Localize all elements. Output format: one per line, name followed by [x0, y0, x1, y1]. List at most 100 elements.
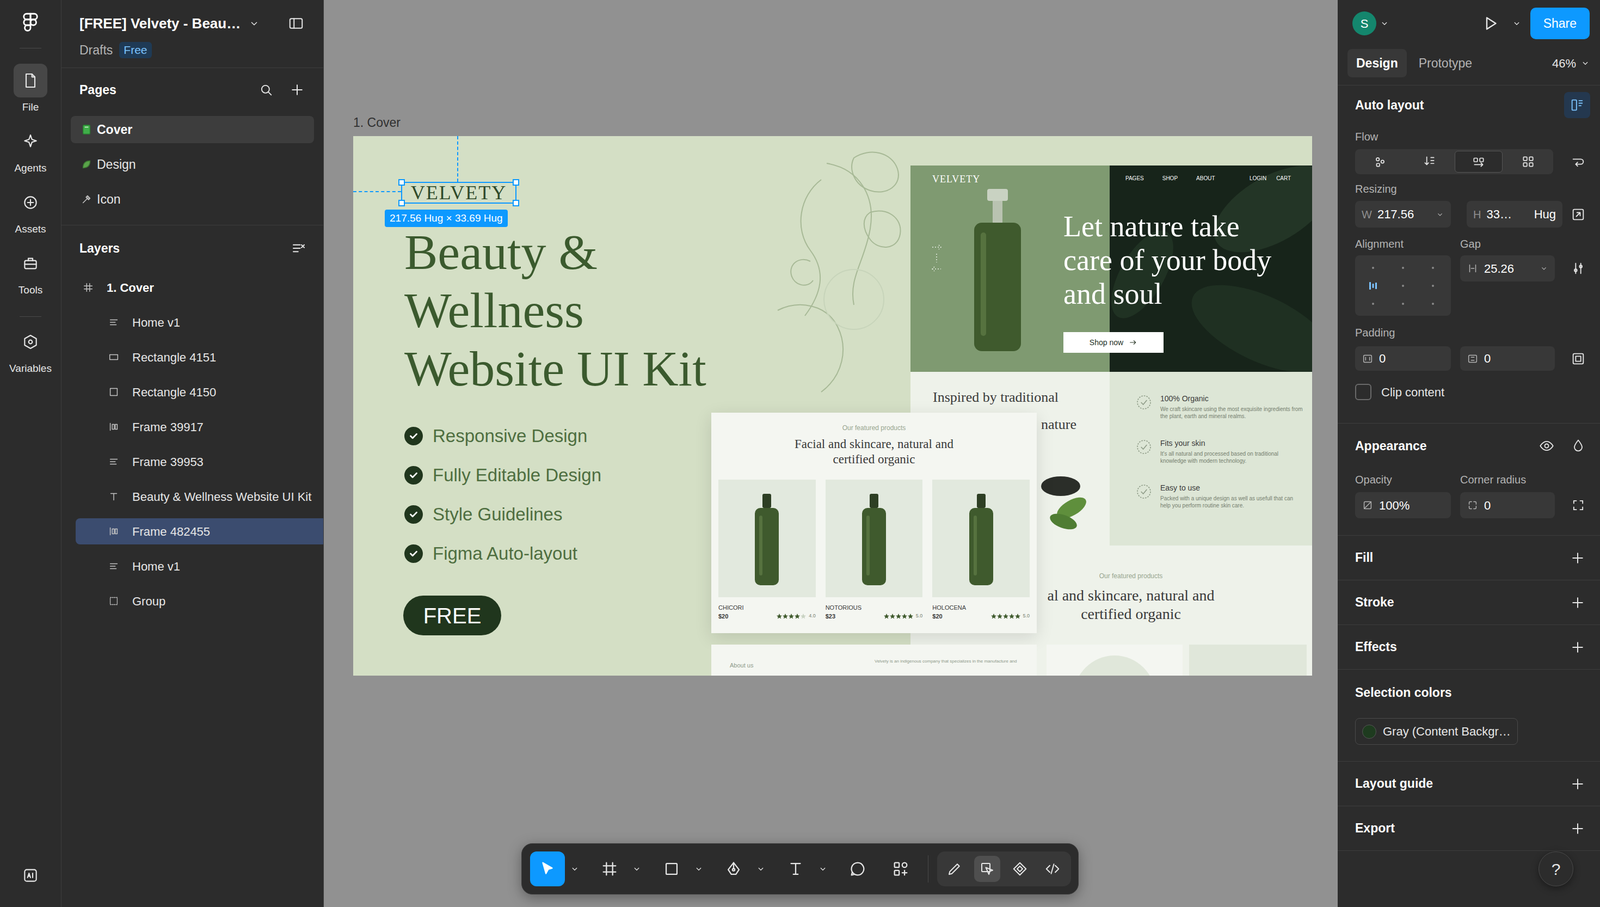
layer-row[interactable]: Group: [75, 587, 324, 614]
nav-link[interactable]: SHOP: [1162, 174, 1178, 183]
layer-filter-icon[interactable]: [290, 240, 307, 257]
free-button[interactable]: FREE: [403, 595, 502, 636]
alignment-cell[interactable]: [1417, 258, 1448, 277]
user-avatar[interactable]: S: [1352, 11, 1377, 36]
chevron-down-icon[interactable]: [1379, 18, 1390, 29]
layer-row[interactable]: Rectangle 4150: [75, 378, 324, 405]
panel-tab[interactable]: Design: [1347, 48, 1407, 78]
sidebar-toggle-icon[interactable]: [287, 15, 305, 32]
chevron-down-icon[interactable]: [1511, 18, 1522, 29]
chevron-down-icon[interactable]: [1539, 263, 1549, 273]
tool-button[interactable]: [592, 851, 627, 886]
property-section[interactable]: Effects: [1337, 624, 1600, 670]
clip-checkbox[interactable]: [1355, 383, 1372, 400]
clip-label[interactable]: Clip content: [1381, 383, 1445, 402]
flow-option[interactable]: [1405, 150, 1454, 173]
share-button[interactable]: Share: [1530, 7, 1590, 40]
plus-icon[interactable]: [288, 81, 306, 98]
rail-button[interactable]: [13, 246, 48, 281]
tool-button[interactable]: [716, 851, 752, 886]
property-section[interactable]: Fill: [1337, 535, 1600, 581]
input-field[interactable]: 0: [1355, 346, 1451, 371]
tool-menu[interactable]: [564, 863, 584, 874]
resize-handle[interactable]: [512, 199, 520, 207]
wrap-icon[interactable]: [1570, 154, 1586, 170]
rail-item[interactable]: Tools: [13, 246, 48, 297]
height-mode[interactable]: Hug: [1534, 205, 1556, 224]
nav-link[interactable]: CART: [1276, 174, 1291, 183]
alignment-cell[interactable]: [1388, 294, 1419, 313]
frame-label[interactable]: 1. Cover: [353, 113, 401, 133]
alignment-cell[interactable]: [1388, 258, 1419, 277]
layer-row[interactable]: Frame 39917: [75, 413, 324, 440]
nav-link[interactable]: ABOUT: [1196, 174, 1215, 183]
tool-button[interactable]: [840, 851, 876, 886]
page-item[interactable]: Design: [70, 150, 315, 178]
plus-icon[interactable]: [1569, 820, 1586, 837]
plus-icon[interactable]: [1569, 638, 1586, 656]
layer-row[interactable]: Frame 482455: [75, 518, 324, 545]
visibility-icon[interactable]: [1539, 438, 1555, 454]
search-icon[interactable]: [258, 82, 274, 98]
cover-frame[interactable]: VELVETY217.56 Hug × 33.69 HugBeauty &Wel…: [353, 136, 1313, 676]
product-card[interactable]: HOLOCENA$205.0: [932, 479, 1030, 620]
height-value[interactable]: 33…: [1486, 205, 1512, 224]
canvas[interactable]: 1. Cover VELVETY217.56 Hug × 33.69 HugBea…: [323, 0, 1338, 907]
independent-corners-icon[interactable]: [1570, 497, 1586, 513]
input-field[interactable]: H33…Hug: [1466, 200, 1563, 228]
radius-value[interactable]: 0: [1484, 496, 1491, 515]
present-icon[interactable]: [1480, 13, 1500, 34]
auto-layout-toggle[interactable]: [1564, 91, 1591, 119]
input-field[interactable]: 0: [1460, 491, 1555, 519]
page-item[interactable]: Icon: [70, 185, 315, 213]
mode-button[interactable]: [974, 855, 1001, 882]
panel-tab[interactable]: Prototype: [1410, 48, 1481, 78]
page-item[interactable]: Cover: [70, 115, 315, 144]
layer-row[interactable]: Home v1: [75, 309, 324, 336]
product-card[interactable]: CHICORI$204.0: [718, 479, 816, 620]
opacity-value[interactable]: 100%: [1379, 496, 1410, 515]
alignment-cell[interactable]: [1358, 294, 1389, 313]
blend-mode-icon[interactable]: [1570, 438, 1586, 454]
layer-row[interactable]: Home v1: [75, 552, 324, 580]
file-location[interactable]: Drafts: [79, 40, 113, 60]
resize-handle[interactable]: [398, 179, 405, 186]
help-button[interactable]: ?: [1538, 851, 1574, 886]
nav-link[interactable]: LOGIN: [1249, 174, 1267, 183]
input-field[interactable]: W217.56: [1355, 200, 1451, 228]
tool-menu[interactable]: [688, 863, 709, 874]
alignment-grid[interactable]: [1355, 255, 1451, 316]
flow-option[interactable]: [1356, 150, 1405, 173]
product-card[interactable]: NOTORIOUS$235.0: [825, 479, 923, 620]
alignment-cell[interactable]: [1417, 294, 1448, 313]
rail-item[interactable]: Agents: [13, 124, 48, 175]
layer-row[interactable]: Frame 39953: [75, 448, 324, 475]
resize-handle[interactable]: [512, 179, 520, 186]
plus-icon[interactable]: [1569, 594, 1586, 611]
zoom-level[interactable]: 46%: [1552, 54, 1577, 73]
rail-button[interactable]: [13, 124, 48, 159]
tool-menu[interactable]: [813, 863, 833, 874]
tool-menu[interactable]: [751, 863, 771, 874]
figma-logo-icon[interactable]: [19, 10, 42, 34]
gap-value[interactable]: 25.26: [1484, 259, 1515, 278]
resize-handle[interactable]: [398, 199, 405, 207]
padding-individual-icon[interactable]: [1570, 351, 1586, 367]
property-section[interactable]: Stroke: [1337, 580, 1600, 625]
flow-option[interactable]: [1454, 150, 1504, 173]
padding-value[interactable]: 0: [1379, 349, 1386, 368]
nav-link[interactable]: PAGES: [1125, 174, 1144, 183]
shop-now-button[interactable]: Shop now: [1063, 331, 1164, 353]
chevron-down-icon[interactable]: [248, 17, 261, 30]
input-field[interactable]: 100%: [1355, 491, 1451, 519]
selection-box[interactable]: VELVETY: [401, 181, 517, 204]
input-field[interactable]: 25.26: [1460, 255, 1555, 282]
layer-row[interactable]: Beauty & Wellness Website UI Kit: [75, 483, 324, 510]
layout-settings-icon[interactable]: [1570, 260, 1586, 276]
width-value[interactable]: 217.56: [1377, 205, 1414, 224]
logo-text[interactable]: VELVETY: [410, 182, 508, 203]
color-chip[interactable]: Gray (Content Backgr…: [1355, 717, 1518, 745]
property-section[interactable]: Export: [1337, 805, 1600, 851]
chevron-down-icon[interactable]: [1435, 210, 1445, 219]
file-title[interactable]: [FREE] Velvety - Beau…: [79, 13, 241, 35]
